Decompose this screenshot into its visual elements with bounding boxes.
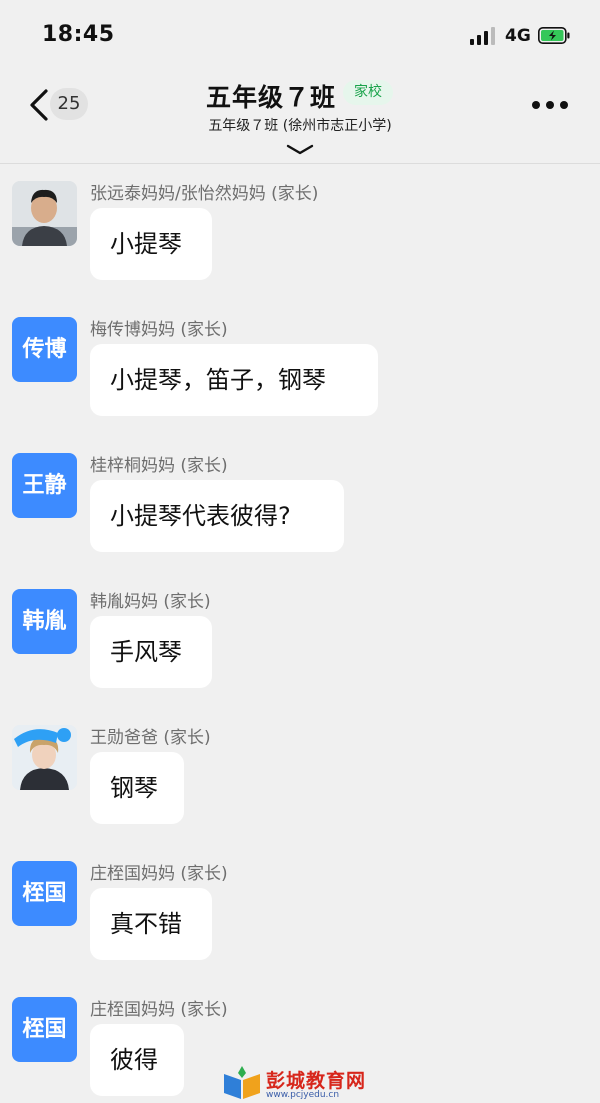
- book-logo-icon: [224, 1066, 260, 1099]
- message-bubble[interactable]: 真不错: [90, 888, 212, 960]
- battery-icon: [538, 27, 570, 44]
- page-title: 五年级７班: [206, 83, 337, 112]
- message-bubble[interactable]: 小提琴代表彼得?: [90, 480, 344, 552]
- avatar[interactable]: [12, 181, 77, 246]
- avatar[interactable]: [12, 725, 77, 790]
- group-type-tag: 家校: [343, 80, 393, 105]
- sender-name: 庄桎国妈妈 (家长): [90, 1000, 228, 1020]
- sender-name: 庄桎国妈妈 (家长): [90, 864, 228, 884]
- more-options-button[interactable]: [530, 98, 570, 112]
- sender-name: 王勋爸爸 (家长): [90, 728, 211, 748]
- page-subtitle: 五年级７班 (徐州市志正小学): [208, 118, 392, 134]
- avatar[interactable]: 桎国: [12, 861, 77, 926]
- child-photo-icon: [12, 181, 77, 246]
- message-bubble[interactable]: 小提琴，笛子，钢琴: [90, 344, 378, 416]
- avatar[interactable]: 传博: [12, 317, 77, 382]
- sender-name: 梅传博妈妈 (家长): [90, 320, 228, 340]
- header-divider: [0, 163, 600, 164]
- message-bubble[interactable]: 钢琴: [90, 752, 184, 824]
- message-bubble[interactable]: 彼得: [90, 1024, 184, 1096]
- status-bar: 18:45 4G: [0, 0, 600, 70]
- watermark-url: www.pcjyedu.cn: [266, 1090, 340, 1100]
- status-time: 18:45: [42, 22, 115, 47]
- sender-name: 张远泰妈妈/张怡然妈妈 (家长): [90, 184, 319, 204]
- sender-name: 韩胤妈妈 (家长): [90, 592, 211, 612]
- watermark-name: 彭城教育网: [266, 1070, 367, 1092]
- user-photo-icon: [12, 725, 77, 790]
- message-bubble[interactable]: 小提琴: [90, 208, 212, 280]
- chevron-down-icon[interactable]: [285, 140, 315, 160]
- avatar[interactable]: 桎国: [12, 997, 77, 1062]
- message-bubble[interactable]: 手风琴: [90, 616, 212, 688]
- sender-name: 桂梓桐妈妈 (家长): [90, 456, 228, 476]
- network-label: 4G: [505, 26, 531, 46]
- signal-icon: [470, 27, 496, 45]
- avatar[interactable]: 韩胤: [12, 589, 77, 654]
- avatar[interactable]: 王静: [12, 453, 77, 518]
